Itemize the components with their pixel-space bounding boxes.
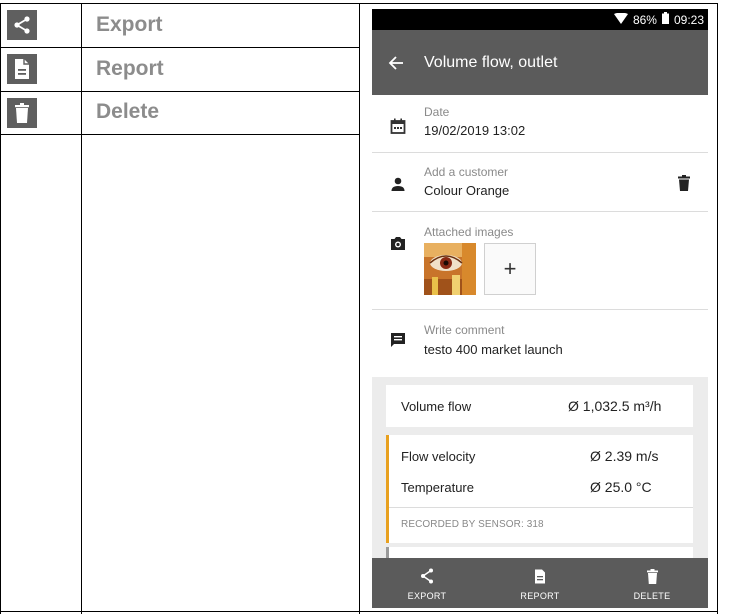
- temperature-name: Temperature: [401, 480, 474, 495]
- battery-icon: [661, 12, 669, 27]
- flow-velocity-value: Ø 2.39 m/s: [590, 448, 659, 464]
- table-row-divider: [0, 134, 360, 135]
- clock: 09:23: [673, 12, 704, 27]
- table-border-right: [717, 3, 718, 614]
- comment-value: testo 400 market launch: [424, 342, 563, 357]
- bottom-action-bar: EXPORT REPORT DELETE: [372, 558, 708, 608]
- delete-button-label: DELETE: [633, 591, 671, 601]
- attached-images-label: Attached images: [424, 225, 514, 239]
- table-border-top: [0, 3, 718, 4]
- share-icon: [7, 10, 37, 40]
- date-value: 19/02/2019 13:02: [424, 123, 526, 138]
- customer-value: Colour Orange: [424, 183, 510, 198]
- wifi-icon: [613, 12, 628, 27]
- accent-bar: [386, 435, 389, 543]
- report-button[interactable]: REPORT: [500, 558, 580, 608]
- add-image-button[interactable]: +: [484, 243, 536, 295]
- attached-image-thumbnail[interactable]: [424, 243, 476, 295]
- table-column-divider: [359, 3, 360, 614]
- table-border-bottom: [0, 611, 718, 612]
- comment-label[interactable]: Write comment: [424, 323, 504, 337]
- person-icon: [389, 175, 407, 193]
- delete-button[interactable]: DELETE: [612, 558, 692, 608]
- page-title: Volume flow, outlet: [424, 53, 558, 71]
- date-label: Date: [424, 105, 450, 119]
- accent-bar: [386, 547, 389, 558]
- report-icon: [7, 54, 37, 84]
- next-card-peek: [386, 547, 693, 558]
- trash-icon: [646, 567, 658, 585]
- delete-label: Delete: [96, 100, 160, 123]
- export-button-label: EXPORT: [407, 591, 447, 601]
- customer-label[interactable]: Add a customer: [424, 165, 508, 179]
- flow-velocity-name: Flow velocity: [401, 449, 476, 464]
- comment-icon: [389, 331, 407, 349]
- sensor-readings-card: Flow velocity Ø 2.39 m/s Temperature Ø 2…: [386, 435, 693, 543]
- phone-screenshot: 86% 09:23 Volume flow, outlet Date 19/02…: [372, 9, 708, 608]
- status-bar: 86% 09:23: [372, 9, 708, 30]
- table-row-divider: [0, 91, 360, 92]
- calendar-icon: [389, 117, 407, 135]
- report-icon: [534, 567, 546, 585]
- trash-icon: [7, 98, 37, 128]
- volume-flow-value: Ø 1,032.5 m³/h: [568, 398, 662, 414]
- divider: [389, 507, 693, 508]
- back-arrow-icon[interactable]: [388, 55, 424, 70]
- table-row-divider: [0, 47, 360, 48]
- volume-flow-name: Volume flow: [401, 399, 472, 414]
- temperature-value: Ø 25.0 °C: [590, 479, 652, 495]
- recorded-by-sensor: RECORDED BY SENSOR: 318: [401, 519, 544, 530]
- table-column-divider: [81, 3, 82, 614]
- divider: [372, 211, 708, 212]
- volume-flow-card: Volume flow Ø 1,032.5 m³/h: [386, 385, 693, 427]
- delete-customer-icon[interactable]: [678, 175, 690, 196]
- report-button-label: REPORT: [520, 591, 560, 601]
- export-label: Export: [96, 13, 163, 36]
- table-border-left: [0, 3, 1, 614]
- report-label: Report: [96, 57, 164, 80]
- divider: [372, 152, 708, 153]
- camera-icon: [389, 234, 407, 252]
- details-card: Date 19/02/2019 13:02 Add a customer Col…: [372, 95, 708, 377]
- share-icon: [420, 567, 434, 585]
- divider: [372, 309, 708, 310]
- export-button[interactable]: EXPORT: [387, 558, 467, 608]
- battery-percent: 86%: [632, 12, 657, 27]
- app-bar: Volume flow, outlet: [372, 30, 708, 95]
